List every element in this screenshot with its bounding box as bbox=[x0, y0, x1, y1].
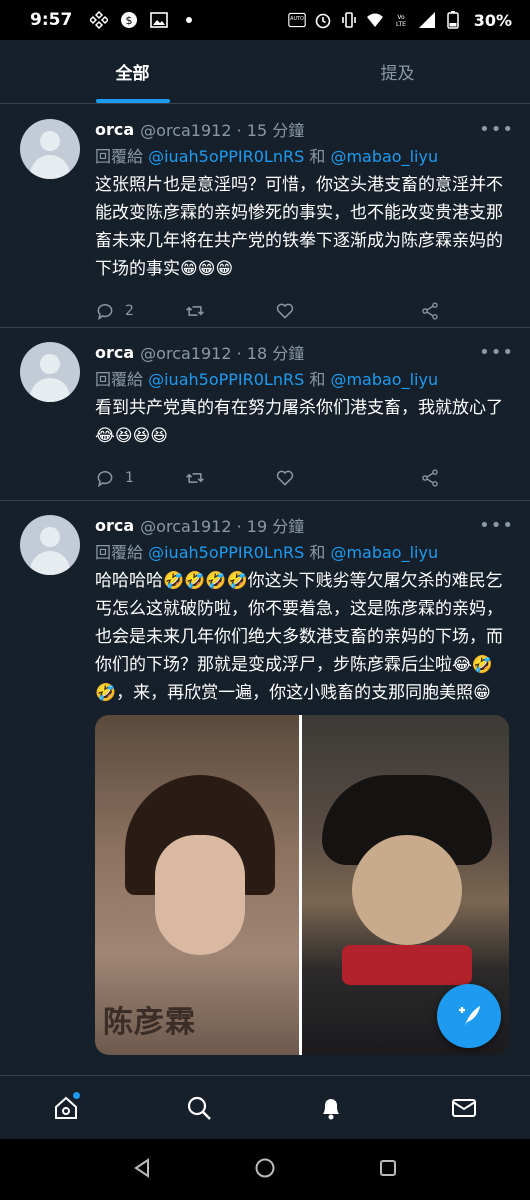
reply-button[interactable]: 1 bbox=[95, 468, 185, 488]
tweet[interactable]: orca @orca1912 · 18 分鐘 ••• 回覆給 @iuah5oPP… bbox=[0, 328, 530, 501]
like-icon bbox=[276, 470, 294, 486]
mention-link[interactable]: @iuah5oPPIR0LnRS bbox=[148, 370, 304, 389]
mention-link[interactable]: @mabao_liyu bbox=[330, 543, 438, 562]
battery-icon bbox=[444, 11, 462, 29]
avatar[interactable] bbox=[20, 119, 80, 179]
alarm-icon bbox=[314, 11, 332, 29]
retweet-icon bbox=[186, 473, 204, 483]
system-navigation bbox=[0, 1139, 530, 1200]
mention-link[interactable]: @iuah5oPPIR0LnRS bbox=[148, 543, 304, 562]
reply-and: 和 bbox=[309, 147, 326, 166]
share-button[interactable] bbox=[420, 468, 510, 488]
reply-to-line: 回覆給 @iuah5oPPIR0LnRS 和 @mabao_liyu bbox=[95, 368, 514, 392]
bottom-navigation bbox=[0, 1075, 530, 1139]
battery-percent: 30% bbox=[473, 10, 512, 30]
notification-tabs: 全部 提及 bbox=[0, 40, 530, 104]
reply-count: 1 bbox=[125, 470, 134, 486]
image-caption: 陈彦霖 bbox=[103, 1005, 196, 1040]
recents-button[interactable] bbox=[377, 1157, 399, 1183]
tab-all-label: 全部 bbox=[115, 64, 150, 84]
retweet-button[interactable] bbox=[185, 468, 275, 488]
active-tab-indicator bbox=[95, 99, 170, 103]
notifications-icon bbox=[323, 1098, 340, 1119]
reply-prefix: 回覆給 bbox=[95, 147, 144, 166]
app-badge-icon: $ bbox=[120, 11, 138, 29]
nav-search[interactable] bbox=[179, 1088, 219, 1128]
svg-text:LTE: LTE bbox=[396, 21, 406, 28]
status-time: 9:57 bbox=[30, 10, 73, 30]
tweet-author-name[interactable]: orca bbox=[95, 516, 134, 535]
reply-to-line: 回覆給 @iuah5oPPIR0LnRS 和 @mabao_liyu bbox=[95, 541, 514, 565]
tweet-meta: @orca1912 · 18 分鐘 bbox=[140, 344, 305, 363]
tab-mentions[interactable]: 提及 bbox=[265, 40, 530, 103]
svg-text:Vo: Vo bbox=[397, 14, 405, 21]
tab-all[interactable]: 全部 bbox=[0, 40, 265, 103]
signal-icon bbox=[418, 11, 436, 29]
reply-to-line: 回覆給 @iuah5oPPIR0LnRS 和 @mabao_liyu bbox=[95, 145, 514, 169]
new-content-dot bbox=[73, 1091, 81, 1099]
avatar[interactable] bbox=[20, 342, 80, 402]
like-icon bbox=[276, 303, 294, 319]
tweet-meta: @orca1912 · 15 分鐘 bbox=[140, 121, 305, 140]
tweet[interactable]: orca @orca1912 · 19 分鐘 ••• 回覆給 @iuah5oPP… bbox=[0, 501, 530, 1055]
like-button[interactable] bbox=[275, 301, 365, 321]
reply-icon bbox=[97, 304, 113, 321]
mention-link[interactable]: @mabao_liyu bbox=[330, 370, 438, 389]
more-icon[interactable]: ••• bbox=[479, 119, 514, 140]
reply-button[interactable]: 2 bbox=[95, 301, 185, 321]
share-icon bbox=[422, 302, 438, 320]
tweet-actions: 1 bbox=[95, 450, 514, 506]
tweet-author-name[interactable]: orca bbox=[95, 120, 134, 139]
share-icon bbox=[422, 469, 438, 487]
search-icon bbox=[187, 1096, 211, 1120]
tweet-text: 哈哈哈哈🤣🤣🤣🤣你这头下贱劣等欠屠欠杀的难民乞丐怎么这就破防啦，你不要着急，这是… bbox=[95, 571, 503, 703]
more-icon[interactable]: ••• bbox=[479, 515, 514, 536]
more-icon[interactable]: ••• bbox=[479, 342, 514, 363]
compose-button[interactable] bbox=[437, 984, 501, 1048]
tweet-feed[interactable]: orca @orca1912 · 15 分鐘 ••• 回覆給 @iuah5oPP… bbox=[0, 105, 530, 1075]
compose-icon bbox=[459, 1006, 480, 1026]
tweet-text: 看到共产党真的有在努力屠杀你们港支畜，我就放心了😂😆😆😆 bbox=[95, 398, 503, 446]
auto-brightness-icon: AUTO bbox=[287, 11, 306, 29]
home-circle-icon bbox=[255, 1158, 275, 1177]
mention-link[interactable]: @mabao_liyu bbox=[330, 147, 438, 166]
volte-icon: Vo LTE bbox=[392, 11, 410, 29]
svg-text:$: $ bbox=[126, 14, 133, 27]
media-photo-left[interactable]: 陈彦霖 bbox=[95, 715, 302, 1055]
binance-icon bbox=[90, 11, 109, 29]
avatar[interactable] bbox=[20, 515, 80, 575]
reply-and: 和 bbox=[309, 543, 326, 562]
reply-and: 和 bbox=[309, 370, 326, 389]
like-button[interactable] bbox=[275, 468, 365, 488]
reply-prefix: 回覆給 bbox=[95, 370, 144, 389]
nav-home[interactable] bbox=[46, 1088, 86, 1128]
svg-text:AUTO: AUTO bbox=[290, 16, 304, 22]
back-icon bbox=[133, 1157, 149, 1178]
back-button[interactable] bbox=[131, 1157, 153, 1183]
vibrate-icon bbox=[340, 11, 358, 29]
reply-count: 2 bbox=[125, 303, 134, 319]
wifi-icon bbox=[366, 11, 384, 29]
reply-prefix: 回覆給 bbox=[95, 543, 144, 562]
retweet-icon bbox=[186, 306, 204, 316]
tweet-author-name[interactable]: orca bbox=[95, 343, 134, 362]
nav-messages[interactable] bbox=[444, 1088, 484, 1128]
nav-notifications[interactable] bbox=[311, 1088, 351, 1128]
gallery-icon bbox=[150, 11, 169, 29]
reply-icon bbox=[97, 471, 113, 488]
notification-dot-icon bbox=[180, 11, 198, 29]
status-bar: 9:57 $ AUTO Vo LTE 30% bbox=[0, 0, 530, 40]
retweet-button[interactable] bbox=[185, 301, 275, 321]
share-button[interactable] bbox=[420, 301, 510, 321]
tab-mentions-label: 提及 bbox=[380, 64, 415, 84]
recents-icon bbox=[380, 1159, 397, 1176]
messages-icon bbox=[451, 1098, 476, 1117]
tweet-meta: @orca1912 · 19 分鐘 bbox=[140, 517, 305, 536]
home-nav-button[interactable] bbox=[254, 1157, 276, 1183]
mention-link[interactable]: @iuah5oPPIR0LnRS bbox=[148, 147, 304, 166]
tweet-text: 这张照片也是意淫吗？可惜，你这头港支畜的意淫并不能改变陈彦霖的亲妈惨死的事实，也… bbox=[95, 175, 503, 279]
tweet[interactable]: orca @orca1912 · 15 分鐘 ••• 回覆給 @iuah5oPP… bbox=[0, 105, 530, 328]
